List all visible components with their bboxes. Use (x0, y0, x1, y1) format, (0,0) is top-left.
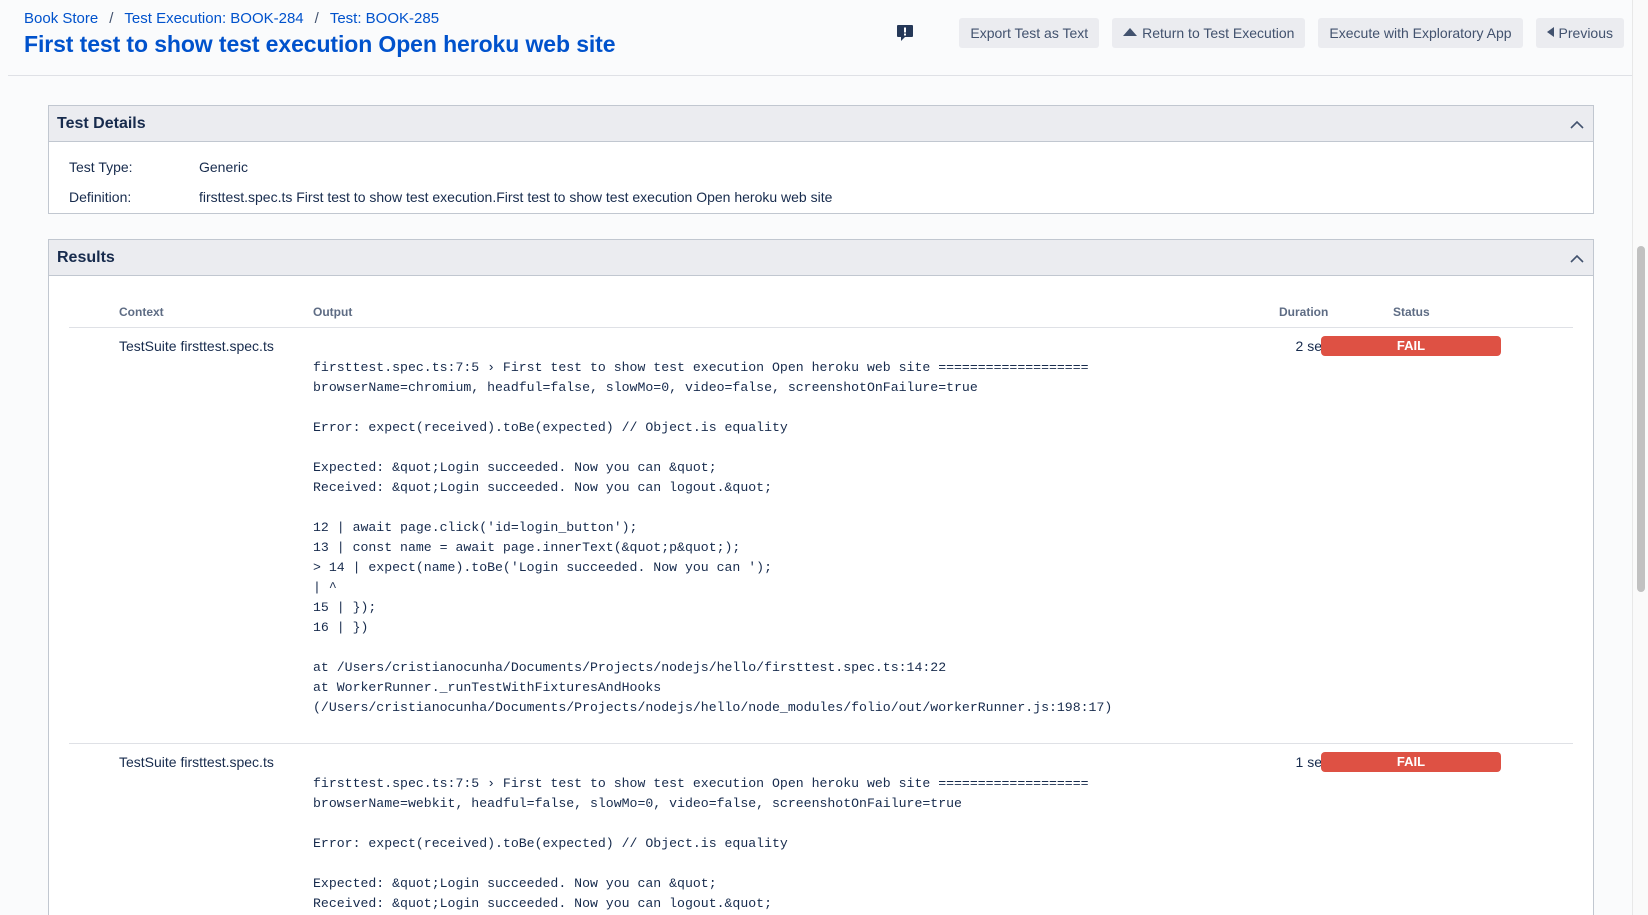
vertical-scrollbar[interactable] (1632, 0, 1648, 915)
test-details-title: Test Details (57, 115, 146, 132)
page-title: First test to show test execution Open h… (24, 31, 616, 57)
return-to-test-execution-button[interactable]: Return to Test Execution (1112, 18, 1306, 48)
result-output: firsttest.spec.ts:7:5 › First test to sh… (313, 360, 1113, 715)
test-type-label: Test Type: (69, 159, 133, 175)
breadcrumb-project-link[interactable]: Book Store (24, 10, 98, 27)
results-table-header: Context Output Duration Status (69, 290, 1573, 328)
status-badge: FAIL (1321, 336, 1501, 356)
breadcrumb-separator: / (109, 10, 114, 27)
table-row: TestSuite firsttest.spec.ts 2 sec FAIL f… (69, 328, 1573, 744)
breadcrumb-test-link[interactable]: Test: BOOK-285 (330, 10, 439, 27)
execute-exploratory-button[interactable]: Execute with Exploratory App (1318, 18, 1523, 48)
page: Book Store / Test Execution: BOOK-284 / … (0, 0, 1648, 915)
previous-button[interactable]: Previous (1535, 18, 1624, 48)
chevron-left-icon (1546, 26, 1554, 40)
column-context[interactable]: Context (119, 305, 164, 319)
previous-label: Previous (1558, 25, 1613, 41)
column-status[interactable]: Status (1393, 305, 1430, 319)
breadcrumb-test-execution-link[interactable]: Test Execution: BOOK-284 (124, 10, 303, 27)
result-duration: 2 sec (1295, 338, 1329, 354)
breadcrumb-separator: / (314, 10, 319, 27)
results-table: Context Output Duration Status TestSuite… (69, 290, 1573, 915)
test-details-panel: Test Details Test Type: Generic Definiti… (48, 105, 1594, 214)
results-header[interactable]: Results (49, 240, 1593, 276)
test-details-body: Test Type: Generic Definition: firsttest… (49, 142, 1593, 213)
test-details-header[interactable]: Test Details (49, 106, 1593, 142)
arrow-up-icon (1123, 27, 1138, 39)
chevron-up-icon[interactable] (1569, 117, 1585, 133)
breadcrumb: Book Store / Test Execution: BOOK-284 / … (24, 10, 439, 27)
test-type-value: Generic (199, 159, 249, 175)
status-badge: FAIL (1321, 752, 1501, 772)
export-test-label: Export Test as Text (970, 25, 1089, 41)
result-duration: 1 sec (1295, 754, 1329, 770)
detail-row-test-type: Test Type: Generic (49, 152, 1593, 182)
results-title: Results (57, 249, 115, 266)
export-test-button[interactable]: Export Test as Text (959, 18, 1100, 48)
definition-label: Definition: (69, 189, 132, 205)
definition-value: firsttest.spec.ts First test to show tes… (199, 189, 833, 205)
result-output: firsttest.spec.ts:7:5 › First test to sh… (313, 776, 1089, 911)
results-panel: Results Context Output Duration Status T… (48, 239, 1594, 915)
return-label: Return to Test Execution (1142, 25, 1295, 41)
column-duration[interactable]: Duration (1279, 305, 1328, 319)
chevron-up-icon[interactable] (1569, 251, 1585, 267)
exploratory-label: Execute with Exploratory App (1329, 25, 1512, 41)
toolbar: Export Test as Text Return to Test Execu… (896, 18, 1624, 48)
detail-row-definition: Definition: firsttest.spec.ts First test… (49, 182, 1593, 212)
feedback-icon[interactable] (896, 23, 914, 43)
table-row: TestSuite firsttest.spec.ts 1 sec FAIL f… (69, 744, 1573, 915)
result-context: TestSuite firsttest.spec.ts (119, 754, 274, 770)
result-context: TestSuite firsttest.spec.ts (119, 338, 274, 354)
scrollbar-thumb[interactable] (1637, 246, 1645, 592)
page-header: Book Store / Test Execution: BOOK-284 / … (8, 0, 1632, 76)
column-output[interactable]: Output (313, 305, 352, 319)
